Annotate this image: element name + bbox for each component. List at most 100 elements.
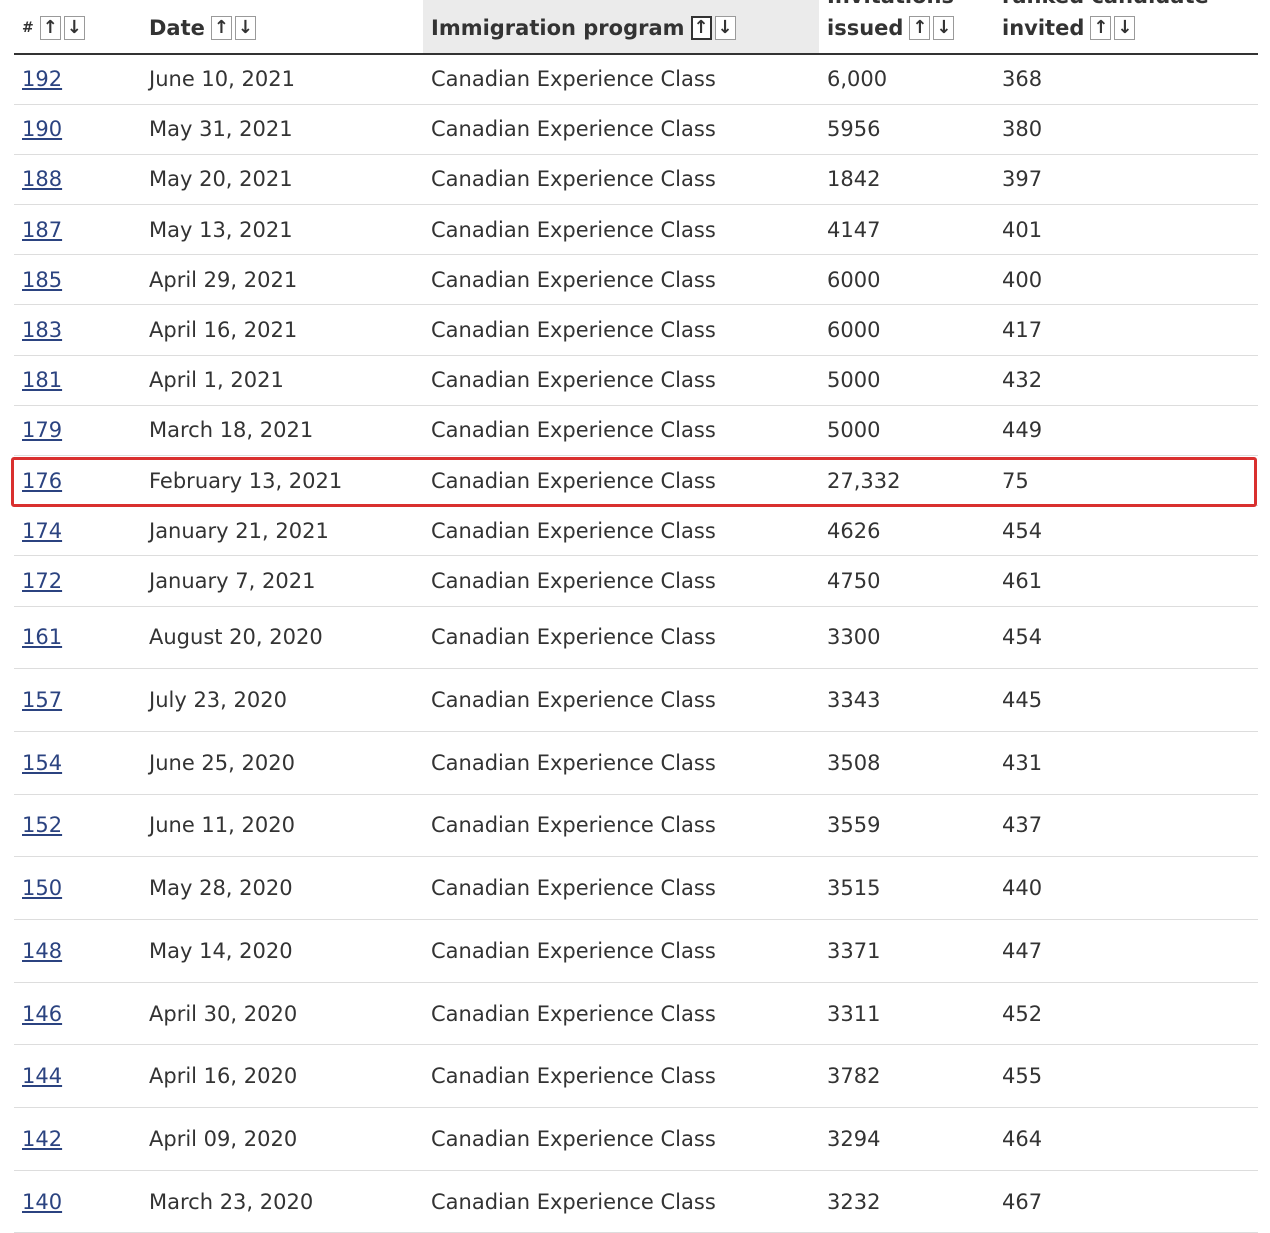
row-date-cell: May 31, 2021 xyxy=(141,104,423,155)
row-rank-cell: 461 xyxy=(994,555,1258,607)
row-number-link[interactable]: 192 xyxy=(22,67,62,91)
row-date-cell: May 28, 2020 xyxy=(141,856,423,920)
row-number-link[interactable]: 174 xyxy=(22,519,62,543)
row-number-link[interactable]: 181 xyxy=(22,368,62,392)
row-invitations-cell: 3559 xyxy=(819,794,994,858)
row-invitations: 6,000 xyxy=(827,67,888,92)
row-rank: 400 xyxy=(1002,267,1043,292)
row-invitations: 3559 xyxy=(827,813,881,838)
table-row: 154 June 25, 2020 Canadian Experience Clas… xyxy=(14,731,1258,795)
row-number-link[interactable]: 161 xyxy=(22,625,62,649)
sort-ascending-icon[interactable]: ↑ xyxy=(909,16,931,40)
row-rank: 454 xyxy=(1002,625,1043,650)
row-program: Canadian Experience Class xyxy=(431,67,716,92)
row-date: April 16, 2020 xyxy=(149,1064,298,1089)
sort-controls-date: ↑ ↓ xyxy=(210,16,256,40)
row-date-cell: April 29, 2021 xyxy=(141,254,423,306)
row-number-link-cell: 161 xyxy=(14,606,141,670)
row-date-cell: April 16, 2020 xyxy=(141,1044,423,1109)
row-program-cell: Canadian Experience Class xyxy=(423,154,819,206)
row-number-link[interactable]: 157 xyxy=(22,688,62,712)
row-number-link[interactable]: 185 xyxy=(22,268,62,292)
row-invitations-cell: 3300 xyxy=(819,606,994,670)
sort-ascending-icon[interactable]: ↑ xyxy=(210,16,232,40)
row-rank: 461 xyxy=(1002,568,1043,593)
row-number-link[interactable]: 140 xyxy=(22,1190,62,1214)
row-date: January 7, 2021 xyxy=(149,568,316,593)
header-num-label: # xyxy=(22,20,34,36)
row-program: Canadian Experience Class xyxy=(431,625,716,650)
table-row: 192 June 10, 2021 Canadian Experience Clas… xyxy=(14,54,1258,105)
row-invitations: 3508 xyxy=(827,750,881,775)
row-number-link[interactable]: 144 xyxy=(22,1064,62,1088)
row-date-cell: March 18, 2021 xyxy=(141,405,423,457)
row-number-link[interactable]: 154 xyxy=(22,751,62,775)
row-number-link-cell: 192 xyxy=(14,54,141,105)
row-number-link[interactable]: 142 xyxy=(22,1127,62,1151)
row-date: May 20, 2021 xyxy=(149,167,293,192)
row-rank: 397 xyxy=(1002,167,1043,192)
row-number-link[interactable]: 146 xyxy=(22,1002,62,1026)
row-number-link[interactable]: 176 xyxy=(22,469,62,493)
row-rank-cell: 437 xyxy=(994,794,1258,858)
table-row: 188 May 20, 2021 Canadian Experience Class… xyxy=(14,154,1258,206)
row-invitations: 4147 xyxy=(827,217,881,242)
row-program: Canadian Experience Class xyxy=(431,418,716,443)
row-program: Canadian Experience Class xyxy=(431,1189,716,1214)
row-rank: 380 xyxy=(1002,117,1043,142)
row-date: April 16, 2021 xyxy=(149,318,298,343)
row-date-cell: April 16, 2021 xyxy=(141,304,423,356)
row-program-cell: Canadian Experience Class xyxy=(423,405,819,457)
row-rank: 431 xyxy=(1002,750,1043,775)
row-number-link-cell: 179 xyxy=(14,405,141,457)
row-number-link[interactable]: 187 xyxy=(22,218,62,242)
row-rank-cell: 368 xyxy=(994,54,1258,105)
sort-controls-invitations: ↑ ↓ xyxy=(909,16,955,40)
row-date-cell: July 23, 2020 xyxy=(141,668,423,732)
sort-descending-icon[interactable]: ↓ xyxy=(1114,16,1136,40)
row-rank-cell: 452 xyxy=(994,982,1258,1046)
row-program: Canadian Experience Class xyxy=(431,938,716,963)
row-date: April 1, 2021 xyxy=(149,368,284,393)
row-number-link[interactable]: 183 xyxy=(22,318,62,342)
row-number-link[interactable]: 148 xyxy=(22,939,62,963)
sort-ascending-icon[interactable]: ↑ xyxy=(39,16,61,40)
sort-ascending-icon[interactable]: ↑ xyxy=(1090,16,1112,40)
row-rank-cell: 431 xyxy=(994,731,1258,795)
row-program: Canadian Experience Class xyxy=(431,813,716,838)
row-invitations: 1842 xyxy=(827,167,881,192)
row-program: Canadian Experience Class xyxy=(431,368,716,393)
row-number-link[interactable]: 190 xyxy=(22,117,62,141)
row-program-cell: Canadian Experience Class xyxy=(423,1170,819,1233)
row-number-link[interactable]: 172 xyxy=(22,569,62,593)
sort-descending-icon[interactable]: ↓ xyxy=(63,16,85,40)
table-row: 185 April 29, 2021 Canadian Experience Cla… xyxy=(14,254,1258,306)
table-row: 190 May 31, 2021 Canadian Experience Class… xyxy=(14,104,1258,155)
table-row: 174 January 21, 2021 Canadian Experience C… xyxy=(14,505,1258,557)
row-number-link[interactable]: 150 xyxy=(22,876,62,900)
row-date: February 13, 2021 xyxy=(149,468,343,493)
row-rank: 440 xyxy=(1002,876,1043,901)
row-number-link[interactable]: 152 xyxy=(22,813,62,837)
sort-ascending-icon[interactable]: ↑ xyxy=(690,16,712,40)
row-program-cell: Canadian Experience Class xyxy=(423,794,819,858)
row-rank: 449 xyxy=(1002,418,1043,443)
row-program-cell: Canadian Experience Class xyxy=(423,104,819,155)
row-number-link-cell: 188 xyxy=(14,154,141,206)
header-rank-label: invited xyxy=(1002,16,1085,40)
row-number-link-cell: 152 xyxy=(14,794,141,858)
row-date-cell: May 14, 2020 xyxy=(141,919,423,983)
row-invitations: 3343 xyxy=(827,688,881,713)
table-row: 148 May 14, 2020 Canadian Experience Class… xyxy=(14,919,1258,983)
table-row: 183 April 16, 2021 Canadian Experience Cla… xyxy=(14,304,1258,356)
row-number-link[interactable]: 179 xyxy=(22,418,62,442)
row-date: March 18, 2021 xyxy=(149,418,314,443)
row-date: January 21, 2021 xyxy=(149,518,329,543)
sort-descending-icon[interactable]: ↓ xyxy=(714,16,736,40)
sort-descending-icon[interactable]: ↓ xyxy=(234,16,256,40)
row-number-link-cell: 144 xyxy=(14,1044,141,1109)
row-rank: 447 xyxy=(1002,938,1043,963)
sort-descending-icon[interactable]: ↓ xyxy=(933,16,955,40)
row-invitations: 5000 xyxy=(827,418,881,443)
row-number-link[interactable]: 188 xyxy=(22,167,62,191)
